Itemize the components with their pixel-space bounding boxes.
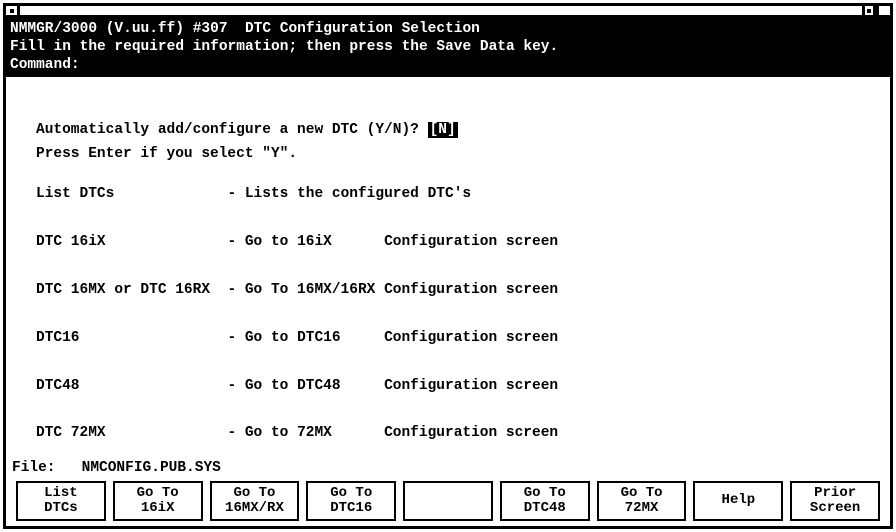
minimize-icon[interactable] (862, 6, 876, 15)
option-name: DTC48 (36, 378, 80, 394)
option-desc: - Go to 72MX Configuration screen (227, 425, 558, 441)
system-menu-icon[interactable] (6, 6, 20, 15)
file-label: File: (12, 460, 56, 476)
auto-add-hint: Press Enter if you select "Y". (36, 146, 297, 162)
auto-add-question: Automatically add/configure a new DTC (Y… (36, 122, 428, 138)
terminal-area: NMMGR/3000 (V.uu.ff) #307 DTC Configurat… (6, 18, 890, 526)
option-list: List DTCs - Lists the configured DTC's D… (36, 183, 860, 446)
option-desc: - Go to DTC48 Configuration screen (227, 378, 558, 394)
fkey-prior-screen[interactable]: PriorScreen (790, 481, 880, 521)
fkey-blank (403, 481, 493, 521)
option-desc: - Go to 16iX Configuration screen (227, 234, 558, 250)
option-name: List DTCs (36, 186, 114, 202)
fkey-goto-dtc48[interactable]: Go ToDTC48 (500, 481, 590, 521)
option-desc: - Lists the configured DTC's (227, 186, 471, 202)
option-name: DTC 72MX (36, 425, 106, 441)
auto-add-field[interactable]: [N] (428, 122, 458, 138)
function-key-row: ListDTCs Go To16iX Go To16MX/RX Go ToDTC… (16, 481, 880, 521)
fkey-goto-16ix[interactable]: Go To16iX (113, 481, 203, 521)
fkey-goto-dtc16[interactable]: Go ToDTC16 (306, 481, 396, 521)
window-frame: NMMGR/3000 (V.uu.ff) #307 DTC Configurat… (3, 3, 893, 529)
command-label: Command: (10, 57, 80, 73)
file-row: File: NMCONFIG.PUB.SYS (12, 460, 221, 476)
window-titlebar (6, 6, 890, 18)
command-input[interactable] (80, 57, 89, 73)
header-line2: Fill in the required information; then p… (10, 39, 558, 55)
fkey-goto-16mxrx[interactable]: Go To16MX/RX (210, 481, 300, 521)
option-desc: - Go To 16MX/16RX Configuration screen (227, 282, 558, 298)
option-name: DTC 16MX or DTC 16RX (36, 282, 210, 298)
option-name: DTC16 (36, 330, 80, 346)
file-value: NMCONFIG.PUB.SYS (82, 460, 221, 476)
header-line1: NMMGR/3000 (V.uu.ff) #307 DTC Configurat… (10, 21, 480, 37)
fkey-help[interactable]: Help (693, 481, 783, 521)
option-desc: - Go to DTC16 Configuration screen (227, 330, 558, 346)
option-name: DTC 16iX (36, 234, 106, 250)
screen-body: Automatically add/configure a new DTC (Y… (6, 77, 890, 446)
fkey-goto-72mx[interactable]: Go To72MX (597, 481, 687, 521)
screen-header: NMMGR/3000 (V.uu.ff) #307 DTC Configurat… (6, 18, 890, 77)
maximize-icon[interactable] (876, 6, 890, 15)
fkey-list-dtcs[interactable]: ListDTCs (16, 481, 106, 521)
